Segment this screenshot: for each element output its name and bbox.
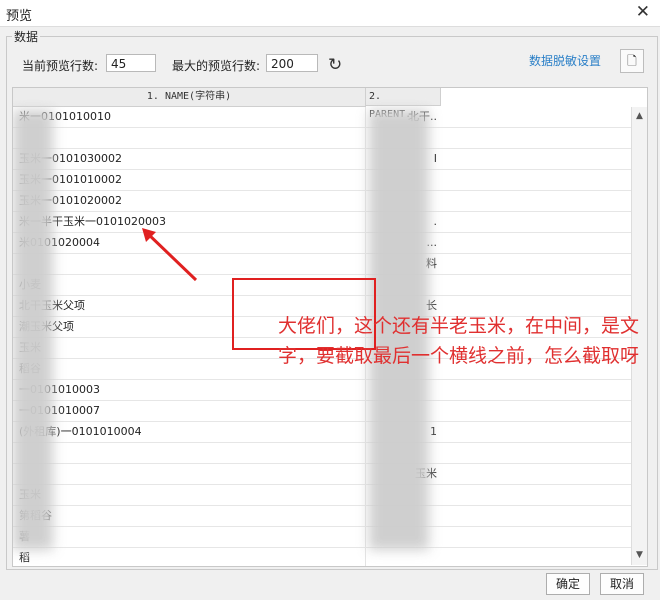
refresh-icon[interactable]: ↻ [328, 55, 342, 75]
table-row[interactable] [13, 128, 631, 149]
cell-name: 米一0101010010 [19, 110, 111, 123]
table-row[interactable]: 稻 [13, 548, 631, 566]
max-rows-input[interactable]: 200 [266, 54, 318, 72]
cell-name: 一0101010007 [19, 404, 100, 417]
table-row[interactable]: 薯 [13, 527, 631, 548]
scroll-up-icon[interactable]: ▲ [632, 109, 647, 124]
ok-button[interactable]: 确定 [546, 573, 590, 595]
cell-name: (外租库)一0101010004 [19, 425, 142, 438]
privacy-blur [13, 110, 53, 550]
cell-name: 玉米一0101020002 [19, 194, 122, 207]
cell-name: 稻 [19, 551, 30, 564]
current-rows-input[interactable]: 45 [106, 54, 156, 72]
data-mask-settings-link[interactable]: 数据脱敏设置 [529, 52, 601, 69]
cell-name: 玉米一0101010002 [19, 173, 122, 186]
max-rows-label: 最大的预览行数: [172, 59, 261, 73]
table-row[interactable]: 米一0101010010北干.. [13, 107, 631, 128]
window-title: 预览 [6, 9, 33, 24]
arrow-icon [142, 228, 198, 282]
preview-file-button[interactable]: 🗋 [620, 49, 644, 73]
current-rows-label: 当前预览行数: [22, 59, 99, 73]
table-row[interactable]: 料 [13, 254, 631, 275]
table-row[interactable]: 玉米一0101030002 I [13, 149, 631, 170]
file-search-icon: 🗋 [627, 54, 637, 68]
table-row[interactable]: 玉米 [13, 485, 631, 506]
cell-name: 薯 [13, 527, 365, 547]
table-row[interactable]: 米一半干玉米一0101020003. [13, 212, 631, 233]
table-row[interactable]: 一0101010007 [13, 401, 631, 422]
close-icon[interactable]: ✕ [636, 2, 650, 22]
cell-name: 一0101010003 [19, 383, 100, 396]
column-header-parent[interactable]: 2. PARENT... [366, 88, 441, 120]
table-row[interactable] [13, 443, 631, 464]
table-row[interactable]: (外租库)一0101010004 1 [13, 422, 631, 443]
table-row[interactable]: 玉米一0101010002 [13, 170, 631, 191]
cell-name [13, 464, 365, 484]
cell-name: 第稻谷 [13, 506, 365, 526]
group-label: 数据 [12, 28, 41, 45]
table-row[interactable]: 玉米 [13, 464, 631, 485]
annotation-text: 大佬们，这个还有半老玉米，在中间，是文字，要截取最后一个横线之前，怎么截取呀 [278, 315, 640, 367]
cell-name: 玉米 [13, 485, 365, 505]
cell-name [13, 128, 365, 148]
scroll-down-icon[interactable]: ▼ [632, 548, 647, 563]
table-row[interactable]: 玉米一0101020002 [13, 191, 631, 212]
cell-name: 玉米一0101030002 [19, 152, 122, 165]
table-row[interactable]: 第稻谷 [13, 506, 631, 527]
cancel-button[interactable]: 取消 [600, 573, 644, 595]
column-header-name[interactable]: 1. NAME(字符串) [13, 88, 366, 107]
title-bar: 预览 ✕ [0, 0, 660, 27]
cell-name [13, 443, 365, 463]
cell-parent [365, 548, 441, 566]
table-row[interactable]: 米0101020004... [13, 233, 631, 254]
table-row[interactable]: 一0101010003 [13, 380, 631, 401]
